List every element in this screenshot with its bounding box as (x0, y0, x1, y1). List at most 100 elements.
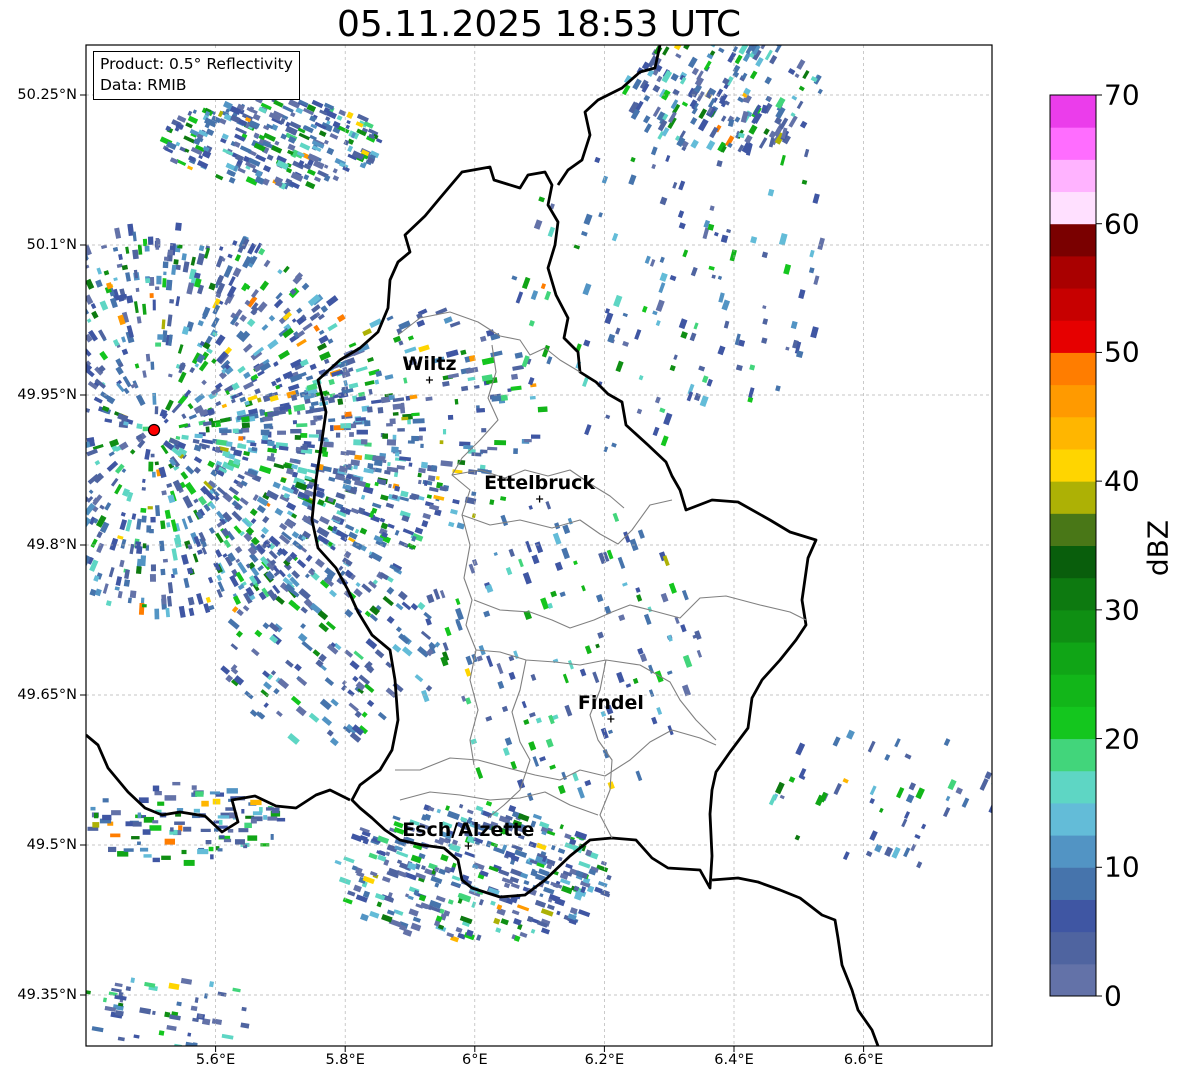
radar-echo (90, 806, 96, 811)
lat-tick-label: 50.1°N (26, 237, 77, 253)
radar-echo (521, 700, 527, 709)
radar-echo (31, 510, 37, 516)
radar-echo (832, 736, 841, 747)
radar-echo (436, 808, 442, 814)
radar-echo (675, 53, 682, 59)
radar-echo (386, 615, 395, 624)
radar-echo (277, 268, 283, 275)
radar-echo (125, 272, 131, 282)
radar-echo (446, 932, 455, 938)
radar-echo (359, 527, 368, 535)
radar-echo (235, 630, 243, 638)
radar-echo (412, 418, 425, 424)
radar-echo (193, 456, 203, 464)
radar-echo (749, 70, 758, 80)
radar-echo (149, 529, 154, 534)
colorbar-segment (1050, 416, 1096, 450)
radar-echo (727, 51, 737, 64)
colorbar-segment (1050, 609, 1096, 643)
radar-echo (442, 642, 449, 652)
radar-echo (726, 29, 735, 39)
radar-echo (157, 801, 165, 806)
radar-echo (126, 1045, 138, 1046)
radar-echo (520, 872, 529, 879)
radar-echo (500, 918, 509, 926)
radar-echo (263, 259, 271, 268)
radar-echo (40, 561, 48, 569)
radar-echo (144, 448, 151, 460)
radar-echo (392, 434, 397, 441)
radar-echo (239, 145, 252, 154)
radar-echo (476, 934, 482, 941)
radar-echo (367, 463, 374, 469)
radar-echo (173, 259, 179, 265)
radar-echo (594, 886, 603, 894)
radar-echo (164, 838, 176, 845)
radar-echo (536, 842, 547, 851)
product-info-box: Product: 0.5° Reflectivity Data: RMIB (93, 51, 300, 100)
radar-echo (439, 440, 444, 445)
city-label: Findel (577, 692, 644, 714)
radar-echo (117, 590, 123, 599)
radar-echo (659, 256, 665, 263)
radar-echo (669, 274, 677, 282)
radar-echo (505, 566, 513, 576)
radar-echo (240, 1022, 250, 1029)
radar-echo (61, 487, 69, 494)
radar-echo (262, 164, 272, 173)
radar-echo (416, 319, 426, 328)
radar-echo (813, 275, 820, 286)
radar-echo (476, 407, 486, 413)
radar-echo (442, 380, 450, 387)
radar-echo (234, 839, 245, 845)
radar-echo (8, 348, 19, 356)
radar-echo (56, 376, 61, 382)
radar-echo (161, 855, 171, 860)
radar-echo (418, 427, 426, 432)
colorbar-tick-label: 30 (1104, 593, 1140, 627)
radar-echo (552, 532, 562, 545)
colorbar-segment (1050, 899, 1096, 933)
colorbar-segment (1050, 352, 1096, 386)
radar-echo (187, 110, 193, 117)
radar-echo (223, 264, 233, 278)
radar-echo (540, 283, 547, 290)
radar-echo (235, 571, 245, 583)
radar-echo (410, 603, 419, 611)
radar-echo (285, 467, 294, 475)
radar-echo (99, 300, 109, 311)
radar-echo (668, 582, 677, 594)
radar-echo (669, 364, 676, 372)
radar-echo (396, 850, 409, 858)
city-label: Esch/Alzette (402, 819, 535, 841)
radar-echo (316, 342, 327, 352)
data-source-label: Data: RMIB (100, 76, 187, 94)
radar-echo (896, 786, 905, 799)
radar-echo (241, 282, 249, 292)
radar-echo (16, 508, 26, 517)
radar-echo (74, 588, 81, 598)
radar-echo (602, 749, 610, 759)
radar-echo (41, 367, 53, 376)
radar-echo (5, 443, 11, 447)
radar-echo (66, 303, 72, 309)
radar-echo (5, 318, 16, 328)
radar-echo (209, 791, 221, 795)
radar-echo (223, 838, 232, 843)
radar-echo (172, 781, 181, 786)
radar-echo (368, 852, 378, 860)
radar-echo (356, 429, 368, 435)
radar-echo (244, 822, 252, 829)
lat-tick-label: 49.35°N (17, 987, 77, 1003)
radar-echo (403, 377, 408, 384)
radar-echo (150, 564, 157, 572)
radar-echo (181, 518, 189, 530)
radar-echo (313, 415, 318, 422)
colorbar-segment (1050, 835, 1096, 868)
radar-echo (29, 276, 39, 287)
radar-echo (401, 416, 409, 421)
radar-echo (170, 827, 174, 832)
radar-echo (635, 770, 643, 782)
radar-echo (21, 461, 30, 469)
radar-echo (758, 137, 768, 149)
